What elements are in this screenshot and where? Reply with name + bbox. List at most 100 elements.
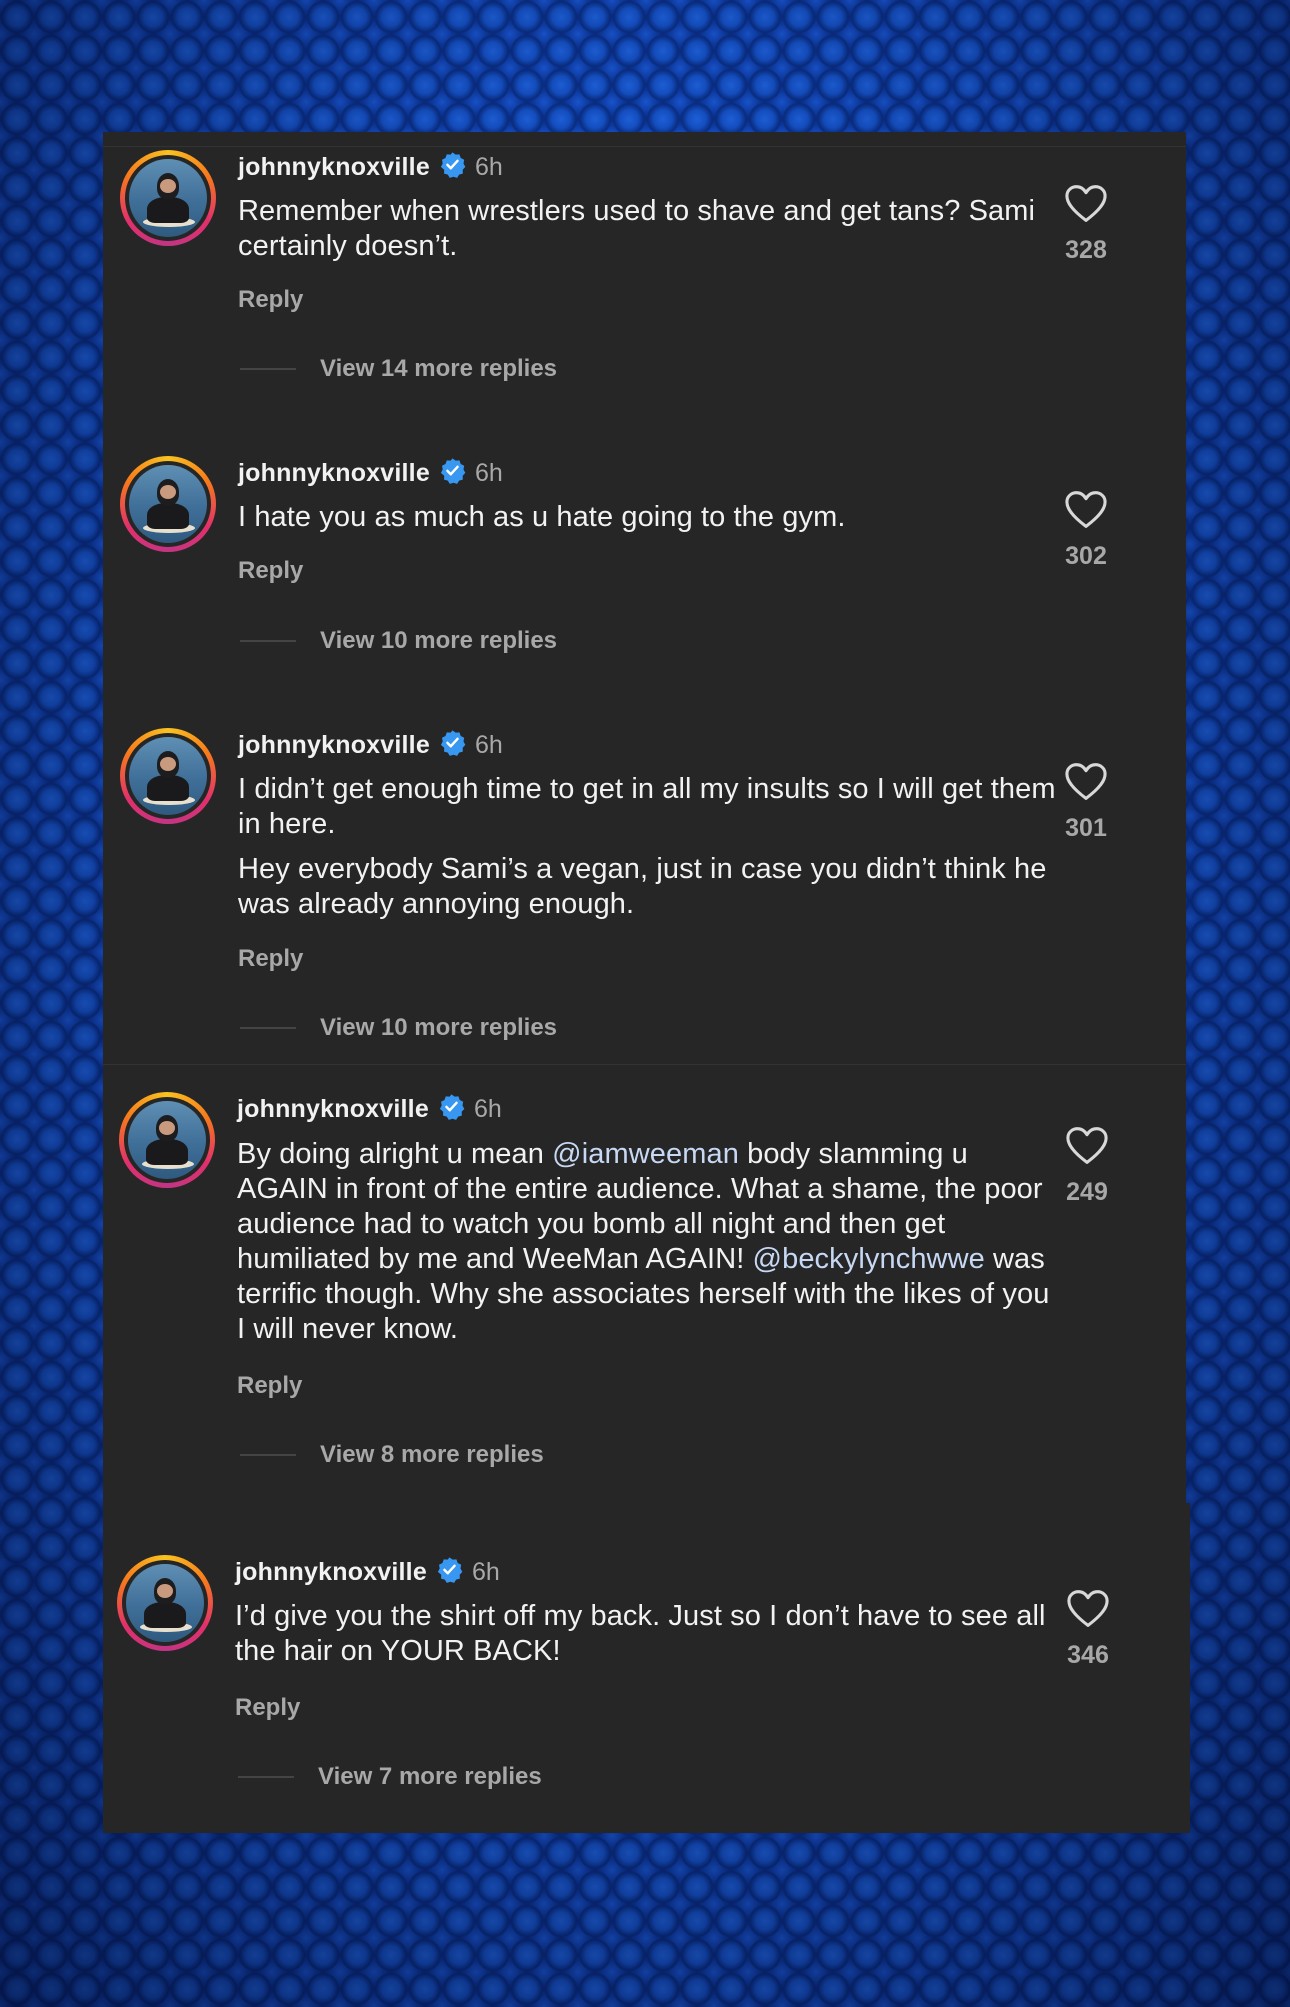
verified-badge-icon xyxy=(430,457,466,489)
like-count: 301 xyxy=(1065,814,1107,842)
view-more-replies-button[interactable]: View 7 more replies xyxy=(238,1763,542,1791)
view-more-replies-button[interactable]: View 10 more replies xyxy=(240,627,557,655)
comment-paragraph: Remember when wrestlers used to shave an… xyxy=(238,194,1058,264)
avatar-face xyxy=(160,485,176,499)
comment-text: Remember when wrestlers used to shave an… xyxy=(238,194,1058,264)
comment-paragraph: Hey everybody Sami’s a vegan, just in ca… xyxy=(238,852,1058,922)
replies-line xyxy=(238,1776,294,1778)
comment-paragraph: I didn’t get enough time to get in all m… xyxy=(238,772,1058,842)
verified-badge-icon xyxy=(427,1556,463,1588)
text-segment: I’d give you the shirt off my back. Just… xyxy=(235,1600,1046,1667)
timestamp: 6h xyxy=(473,1094,502,1123)
comment-paragraph: I’d give you the shirt off my back. Just… xyxy=(235,1599,1055,1669)
text-segment: I didn’t get enough time to get in all m… xyxy=(238,773,1056,840)
avatar-ring xyxy=(125,733,211,819)
heart-outline-icon[interactable] xyxy=(1056,184,1116,224)
username[interactable]: johnnyknoxville xyxy=(238,731,430,760)
view-more-replies-button[interactable]: View 8 more replies xyxy=(240,1441,544,1469)
avatar-body xyxy=(147,197,189,223)
heart-outline-icon[interactable] xyxy=(1058,1589,1118,1629)
username[interactable]: johnnyknoxville xyxy=(238,459,430,488)
replies-line xyxy=(240,1027,296,1029)
comment-text: I’d give you the shirt off my back. Just… xyxy=(235,1599,1055,1669)
verified-badge-icon xyxy=(430,729,466,761)
timestamp: 6h xyxy=(474,152,503,181)
avatar-face xyxy=(157,1584,173,1598)
text-segment: I hate you as much as u hate going to th… xyxy=(238,501,846,533)
text-segment: Remember when wrestlers used to shave an… xyxy=(238,195,1036,262)
text-segment: By doing alright u mean xyxy=(237,1138,553,1170)
avatar-face xyxy=(160,179,176,193)
avatar-photo xyxy=(126,1564,204,1642)
mention-link[interactable]: @iamweeman xyxy=(552,1138,739,1170)
comment-text: By doing alright u mean @iamweeman body … xyxy=(237,1137,1057,1347)
comment-paragraph: By doing alright u mean @iamweeman body … xyxy=(237,1137,1057,1347)
divider xyxy=(103,1064,1186,1065)
text-segment: Hey everybody Sami’s a vegan, just in ca… xyxy=(238,853,1047,920)
like-count: 328 xyxy=(1065,236,1107,264)
avatar-body xyxy=(147,503,189,529)
avatar-ring xyxy=(122,1560,208,1646)
avatar-body xyxy=(146,1139,188,1165)
view-replies-label: View 10 more replies xyxy=(320,627,558,654)
timestamp: 6h xyxy=(474,458,503,487)
avatar-photo xyxy=(128,1101,206,1179)
avatar-body xyxy=(144,1602,186,1628)
avatar-body xyxy=(147,775,189,801)
avatar[interactable] xyxy=(119,1092,215,1188)
heart-outline-icon[interactable] xyxy=(1056,762,1116,802)
timestamp: 6h xyxy=(471,1557,500,1586)
avatar[interactable] xyxy=(120,728,216,824)
verified-badge-icon xyxy=(429,1093,465,1125)
avatar-ring xyxy=(124,1097,210,1183)
view-replies-label: View 7 more replies xyxy=(318,1763,542,1790)
avatar-photo xyxy=(129,159,207,237)
username[interactable]: johnnyknoxville xyxy=(235,1558,427,1587)
like-control: 249 xyxy=(1057,1126,1117,1207)
mention-link[interactable]: @beckylynchwwe xyxy=(753,1243,985,1275)
heart-outline-icon[interactable] xyxy=(1057,1126,1117,1166)
comment-paragraph: I hate you as much as u hate going to th… xyxy=(238,500,1058,535)
comment-text: I didn’t get enough time to get in all m… xyxy=(238,772,1058,922)
like-count: 249 xyxy=(1066,1178,1108,1206)
comment-meta: johnnyknoxville 6h xyxy=(238,456,503,490)
replies-line xyxy=(240,640,296,642)
like-control: 346 xyxy=(1058,1589,1118,1670)
timestamp: 6h xyxy=(474,730,503,759)
avatar[interactable] xyxy=(117,1555,213,1651)
replies-line xyxy=(240,368,296,370)
comment-meta: johnnyknoxville 6h xyxy=(238,728,503,762)
username[interactable]: johnnyknoxville xyxy=(238,153,430,182)
avatar-ring xyxy=(125,461,211,547)
like-control: 301 xyxy=(1056,762,1116,843)
verified-badge-icon xyxy=(430,151,466,183)
view-more-replies-button[interactable]: View 14 more replies xyxy=(240,355,557,383)
view-replies-label: View 10 more replies xyxy=(320,1014,558,1041)
like-count: 346 xyxy=(1067,1641,1109,1669)
view-more-replies-button[interactable]: View 10 more replies xyxy=(240,1014,557,1042)
divider xyxy=(103,146,1186,147)
reply-button[interactable]: Reply xyxy=(238,286,303,314)
avatar[interactable] xyxy=(120,456,216,552)
view-replies-label: View 14 more replies xyxy=(320,355,558,382)
comment-text: I hate you as much as u hate going to th… xyxy=(238,500,1058,535)
comment-meta: johnnyknoxville 6h xyxy=(237,1092,502,1126)
username[interactable]: johnnyknoxville xyxy=(237,1095,429,1124)
reply-button[interactable]: Reply xyxy=(235,1694,300,1722)
comment-meta: johnnyknoxville 6h xyxy=(235,1555,500,1589)
avatar-face xyxy=(160,757,176,771)
heart-outline-icon[interactable] xyxy=(1056,490,1116,530)
like-control: 302 xyxy=(1056,490,1116,571)
view-replies-label: View 8 more replies xyxy=(320,1441,544,1468)
reply-button[interactable]: Reply xyxy=(238,557,303,585)
avatar-photo xyxy=(129,737,207,815)
avatar[interactable] xyxy=(120,150,216,246)
avatar-ring xyxy=(125,155,211,241)
comment-meta: johnnyknoxville 6h xyxy=(238,150,503,184)
reply-button[interactable]: Reply xyxy=(238,945,303,973)
avatar-face xyxy=(159,1121,175,1135)
like-control: 328 xyxy=(1056,184,1116,265)
reply-button[interactable]: Reply xyxy=(237,1372,302,1400)
replies-line xyxy=(240,1454,296,1456)
like-count: 302 xyxy=(1065,542,1107,570)
